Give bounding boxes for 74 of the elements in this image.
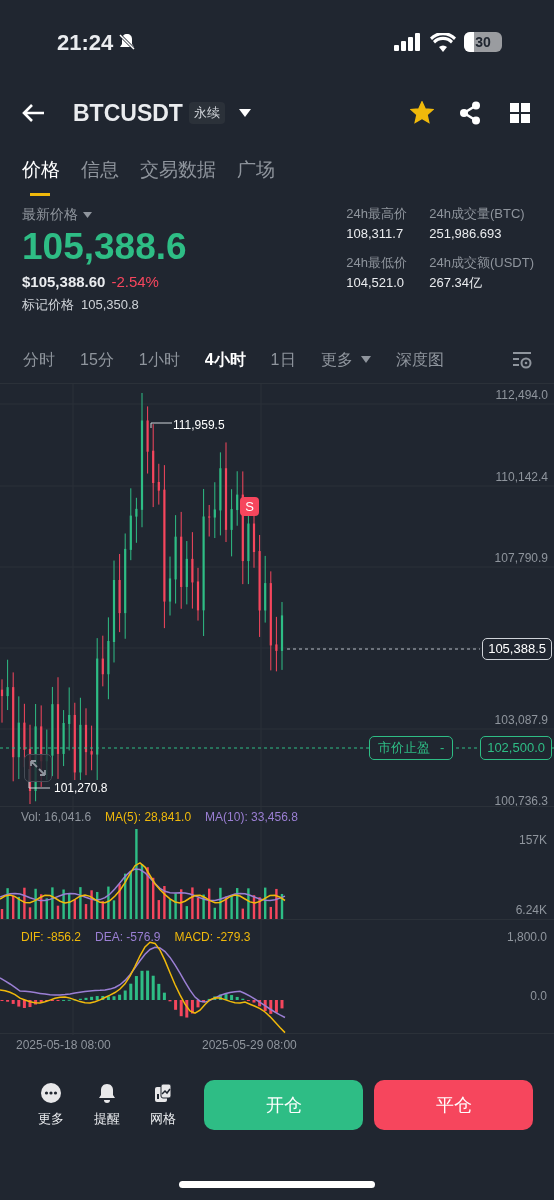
interval-tab[interactable]: 更多 <box>320 347 371 372</box>
tab[interactable]: 价格 <box>22 156 60 193</box>
take-profit-tag[interactable]: 市价止盈 - <box>369 736 454 760</box>
back-arrow-icon[interactable] <box>22 103 46 123</box>
high-price-label: 111,959.5 <box>173 417 225 434</box>
stat-label: 24h最高价 <box>346 205 408 223</box>
mark-price-label: 标记价格 <box>22 295 74 314</box>
y-axis-label: 1,800.0 <box>506 929 547 946</box>
bell-icon <box>96 1081 118 1104</box>
y-axis-label: 103,087.9 <box>494 714 548 726</box>
y-axis-label: 110,142.4 <box>495 471 548 483</box>
signal-icon <box>394 33 422 51</box>
tab[interactable]: 信息 <box>81 156 119 193</box>
sell-signal-marker: S <box>240 497 259 516</box>
last-price: 105,388.6 <box>22 225 188 269</box>
y-axis-label: 0.0 <box>530 988 547 1005</box>
action-button[interactable]: 更多 <box>34 1081 68 1129</box>
status-time: 21:24 <box>57 28 114 57</box>
more-icon <box>40 1081 62 1104</box>
stat-value: 108,311.7 <box>346 224 405 243</box>
y-axis-label: 107,790.9 <box>494 552 548 564</box>
expand-icon <box>30 760 46 776</box>
high-leader-line <box>150 422 172 428</box>
stat-label: 24h成交量(BTC) <box>429 205 526 223</box>
interval-tab[interactable]: 1小时 <box>138 347 180 372</box>
y-axis-label: 157K <box>518 832 547 849</box>
tab[interactable]: 广场 <box>237 156 275 193</box>
stat-value: 267.34亿 <box>429 273 483 292</box>
interval-tab[interactable]: 4小时 <box>204 347 246 372</box>
price-change: -2.54% <box>111 272 159 292</box>
muted-bell-icon <box>117 32 138 52</box>
ma5-value: MA(5): 28,841.0 <box>105 809 192 826</box>
close-position-button[interactable]: 平仓 <box>374 1080 533 1130</box>
take-profit-price: 102,500.0 <box>480 736 552 760</box>
symbol-title: BTCUSDT <box>73 98 183 128</box>
take-profit-label: 市价止盈 <box>378 739 430 758</box>
interval-tab[interactable]: 深度图 <box>395 347 444 372</box>
chart-note-icon <box>152 1081 174 1104</box>
usd-price: $105,388.60 <box>22 272 106 292</box>
x-axis-label: 2025-05-18 08:00 <box>16 1037 111 1054</box>
action-button[interactable]: 网格 <box>146 1081 180 1129</box>
caret-icon <box>360 356 371 363</box>
interval-tab[interactable]: 15分 <box>80 347 114 372</box>
stat-value: 251,986.693 <box>429 224 503 243</box>
y-axis-label: 100,736.3 <box>494 795 548 807</box>
stat-label: 24h最低价 <box>346 254 408 272</box>
ma10-value: MA(10): 33,456.8 <box>205 809 298 826</box>
y-axis-label: 112,494.0 <box>495 389 548 401</box>
tab[interactable]: 交易数据 <box>140 156 216 193</box>
last-price-tag: 105,388.5 <box>482 638 552 660</box>
expand-button[interactable] <box>24 754 52 782</box>
macd-value: MACD: -279.3 <box>174 929 251 946</box>
contract-badge: 永续 <box>188 102 225 124</box>
grid-icon[interactable] <box>510 103 530 123</box>
wifi-icon <box>430 32 456 52</box>
y-axis-label: 6.24K <box>515 902 547 919</box>
mark-price-value: 105,350.8 <box>81 295 139 314</box>
chart-settings-icon[interactable] <box>512 350 532 369</box>
dif-value: DIF: -856.2 <box>21 929 82 946</box>
share-icon[interactable] <box>459 101 481 125</box>
battery-indicator: 30 <box>464 32 502 52</box>
x-axis-label: 2025-05-29 08:00 <box>202 1037 297 1054</box>
low-price-label: 101,270.8 <box>52 780 108 796</box>
caret-icon[interactable] <box>238 109 251 117</box>
interval-tab[interactable]: 分时 <box>23 347 55 372</box>
take-profit-cancel[interactable]: - <box>440 738 445 758</box>
dea-value: DEA: -576.9 <box>95 929 161 946</box>
stat-label: 24h成交额(USDT) <box>429 254 534 272</box>
price-label: 最新价格 <box>22 205 78 224</box>
interval-tab[interactable]: 1日 <box>270 347 296 372</box>
star-icon[interactable] <box>410 101 434 125</box>
volume-value: Vol: 16,041.6 <box>21 809 92 826</box>
action-button[interactable]: 提醒 <box>90 1081 124 1129</box>
stat-value: 104,521.0 <box>346 273 406 292</box>
